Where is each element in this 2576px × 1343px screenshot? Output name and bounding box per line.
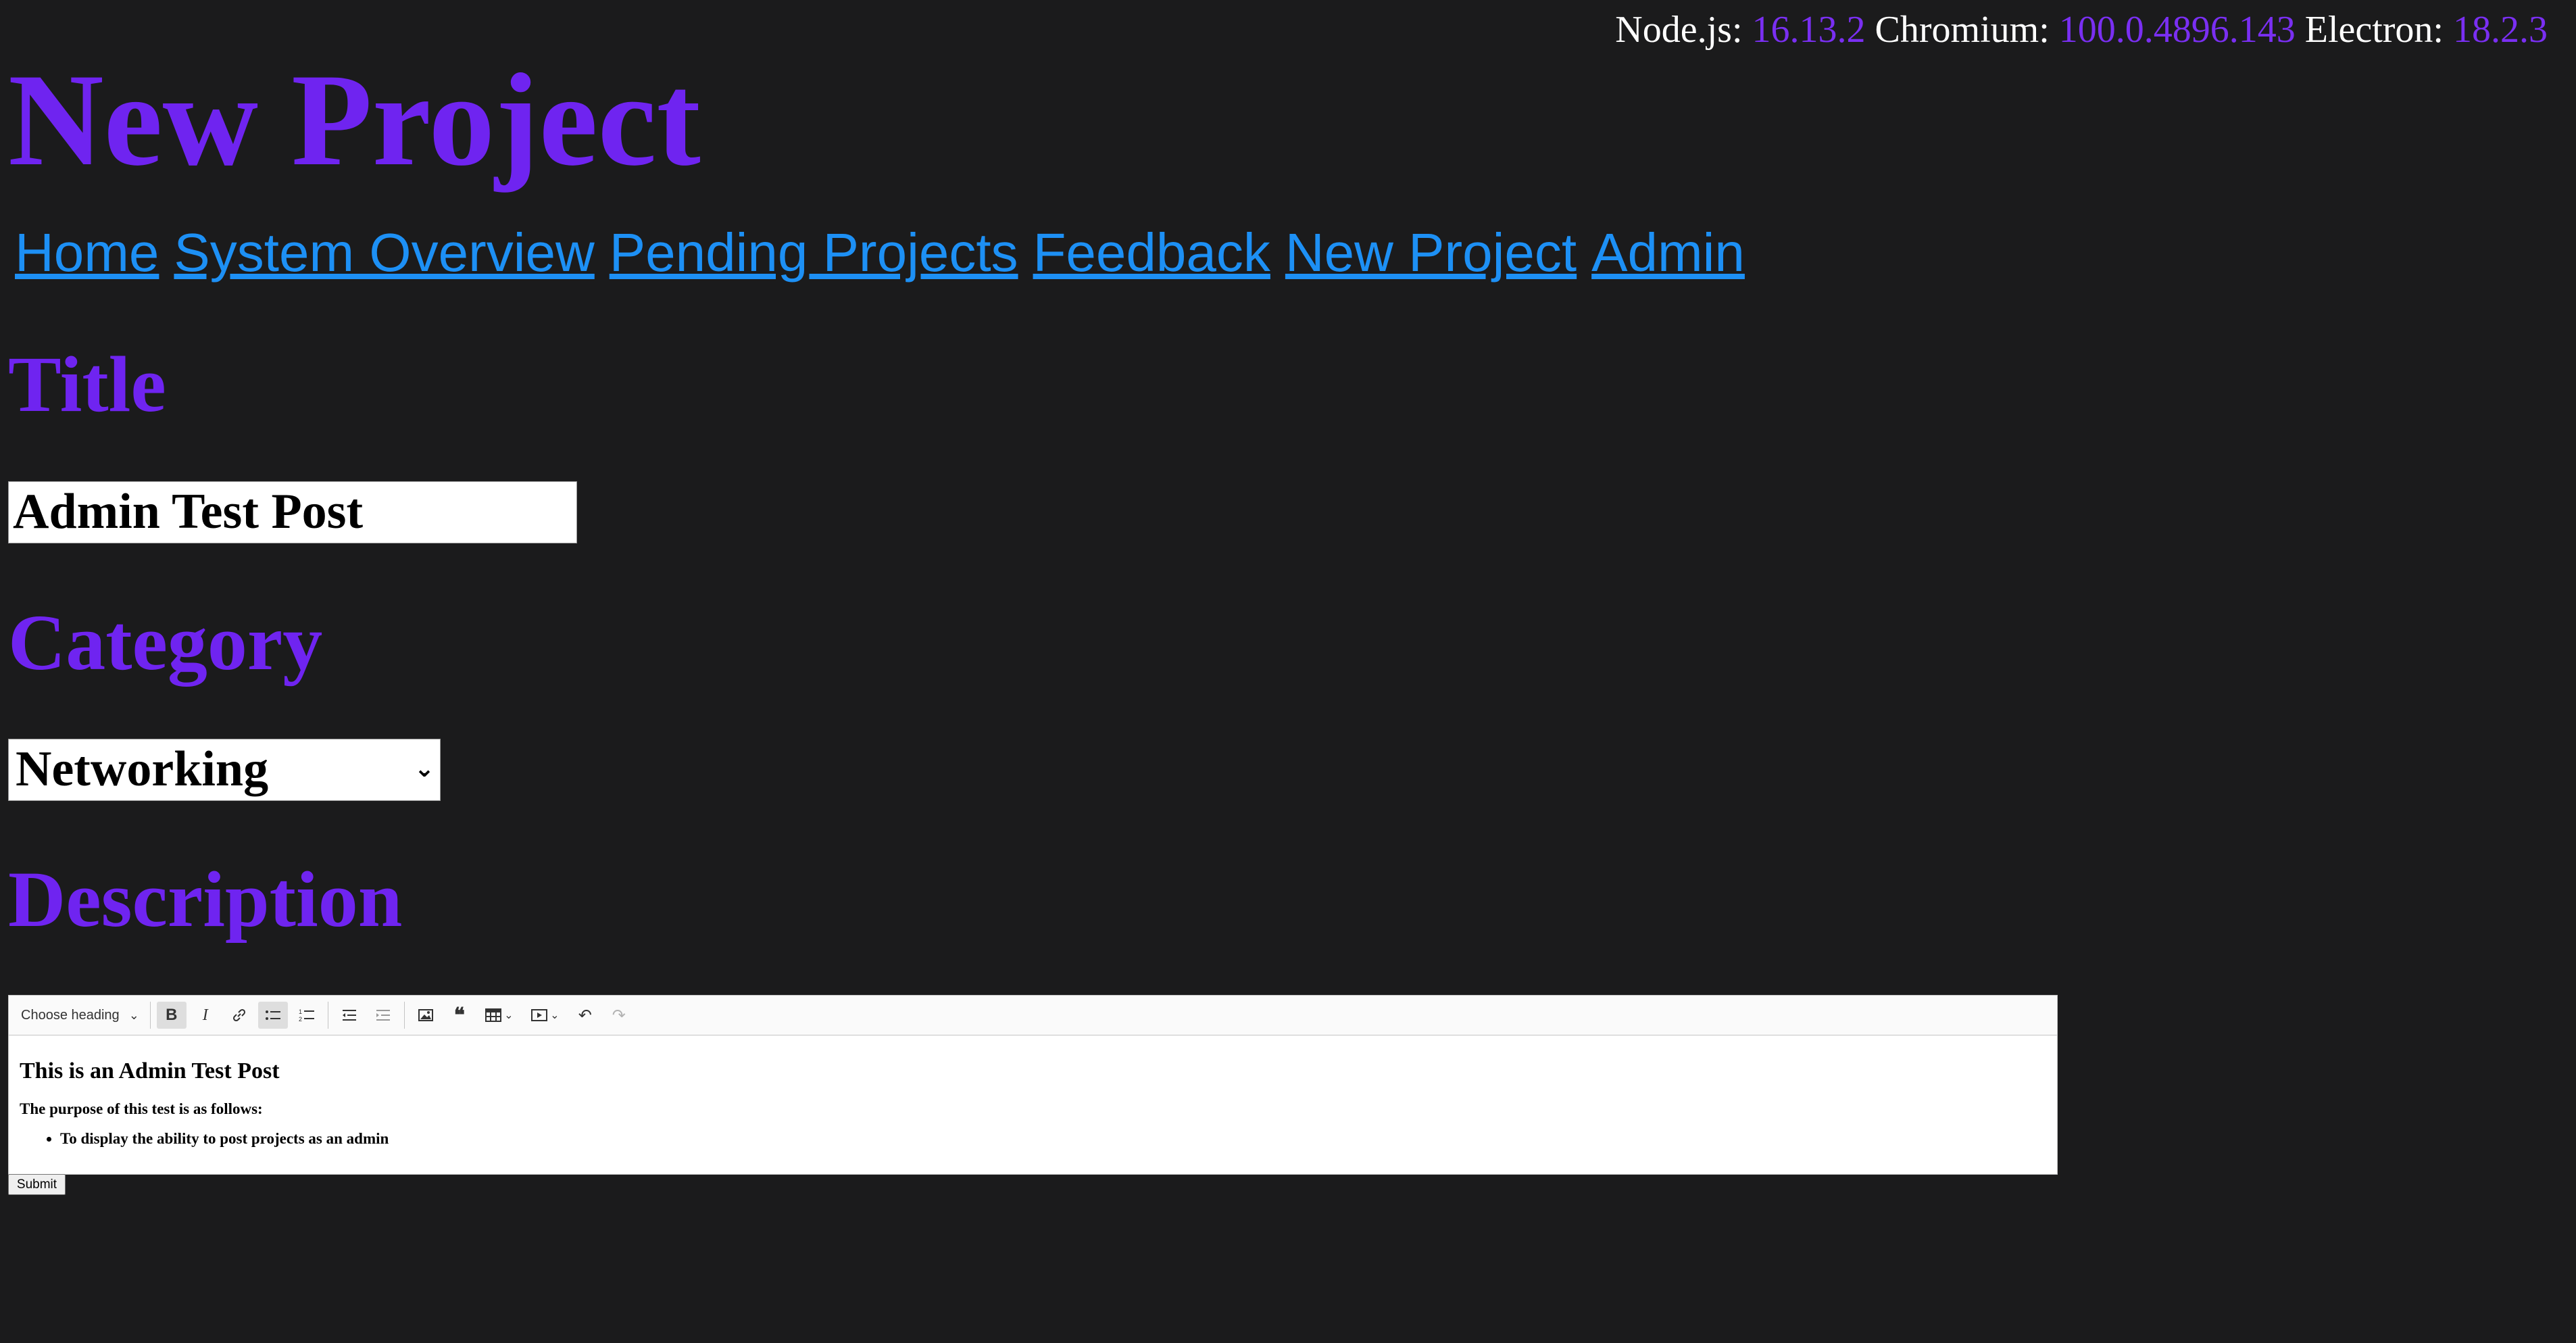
bulleted-list-icon[interactable] (257, 1002, 288, 1029)
nav-link-admin[interactable]: Admin (1591, 222, 1745, 283)
title-input-value: Admin Test Post (13, 484, 364, 539)
chevron-down-icon: ⌄ (550, 1010, 560, 1021)
svg-text:2: 2 (299, 1016, 302, 1023)
page-title: New Project (8, 47, 701, 193)
insert-media-icon[interactable]: ⌄ (524, 1002, 566, 1029)
redo-icon[interactable]: ↷ (604, 1002, 634, 1029)
title-heading: Title (8, 340, 166, 429)
main-nav: Home System Overview Pending Projects Feedb… (15, 222, 1760, 284)
category-heading: Category (8, 598, 323, 687)
italic-icon[interactable]: I (191, 1002, 220, 1029)
block-quote-icon[interactable]: ❝ (445, 1002, 474, 1029)
chevron-down-icon: ⌄ (504, 1010, 514, 1021)
toolbar-separator (149, 1002, 151, 1029)
insert-table-icon[interactable]: ⌄ (478, 1002, 520, 1029)
version-info: Node.js: 16.13.2 Chromium: 100.0.4896.14… (1615, 8, 2548, 51)
list-item: To display the ability to post projects … (60, 1130, 2046, 1148)
title-input[interactable]: Admin Test Post (8, 481, 577, 543)
bold-icon[interactable]: B (156, 1002, 187, 1029)
submit-button[interactable]: Submit (8, 1174, 66, 1195)
chromium-label: Chromium: (1875, 9, 2050, 51)
electron-version: 18.2.3 (2453, 9, 2548, 51)
category-select-value: Networking (16, 741, 269, 797)
nav-link-pending-projects[interactable]: Pending Projects (610, 222, 1018, 283)
outdent-icon[interactable] (335, 1002, 364, 1029)
content-paragraph: The purpose of this test is as follows: (20, 1100, 263, 1117)
description-heading: Description (8, 855, 403, 944)
heading-dropdown-label: Choose heading (21, 1007, 120, 1023)
svg-text:1: 1 (299, 1008, 302, 1015)
node-version: 16.13.2 (1752, 9, 1866, 51)
category-select[interactable]: Networking ⌄ (8, 739, 441, 801)
rich-text-editor: Choose heading ⌄ B I 12 ❝ ⌄ ⌄ ↶ ↷ This i… (8, 995, 2058, 1175)
electron-label: Electron: (2304, 9, 2444, 51)
heading-dropdown[interactable]: Choose heading ⌄ (14, 1002, 146, 1029)
chromium-version: 100.0.4896.143 (2058, 9, 2296, 51)
chevron-down-icon: ⌄ (128, 1008, 139, 1022)
nav-link-feedback[interactable]: Feedback (1033, 222, 1270, 283)
content-bullet-list: To display the ability to post projects … (20, 1130, 2046, 1148)
numbered-list-icon[interactable]: 12 (292, 1002, 322, 1029)
toolbar-separator (403, 1002, 405, 1029)
nav-link-system-overview[interactable]: System Overview (174, 222, 594, 283)
insert-image-icon[interactable] (411, 1002, 441, 1029)
chevron-down-icon: ⌄ (414, 755, 435, 783)
link-icon[interactable] (224, 1002, 254, 1029)
undo-icon[interactable]: ↶ (570, 1002, 600, 1029)
node-label: Node.js: (1615, 9, 1743, 51)
nav-link-new-project[interactable]: New Project (1285, 222, 1577, 283)
nav-link-home[interactable]: Home (15, 222, 159, 283)
editor-content[interactable]: This is an Admin Test Post The purpose o… (9, 1035, 2057, 1158)
content-heading: This is an Admin Test Post (20, 1058, 280, 1083)
editor-toolbar: Choose heading ⌄ B I 12 ❝ ⌄ ⌄ ↶ ↷ (9, 996, 2057, 1035)
indent-icon[interactable] (368, 1002, 398, 1029)
